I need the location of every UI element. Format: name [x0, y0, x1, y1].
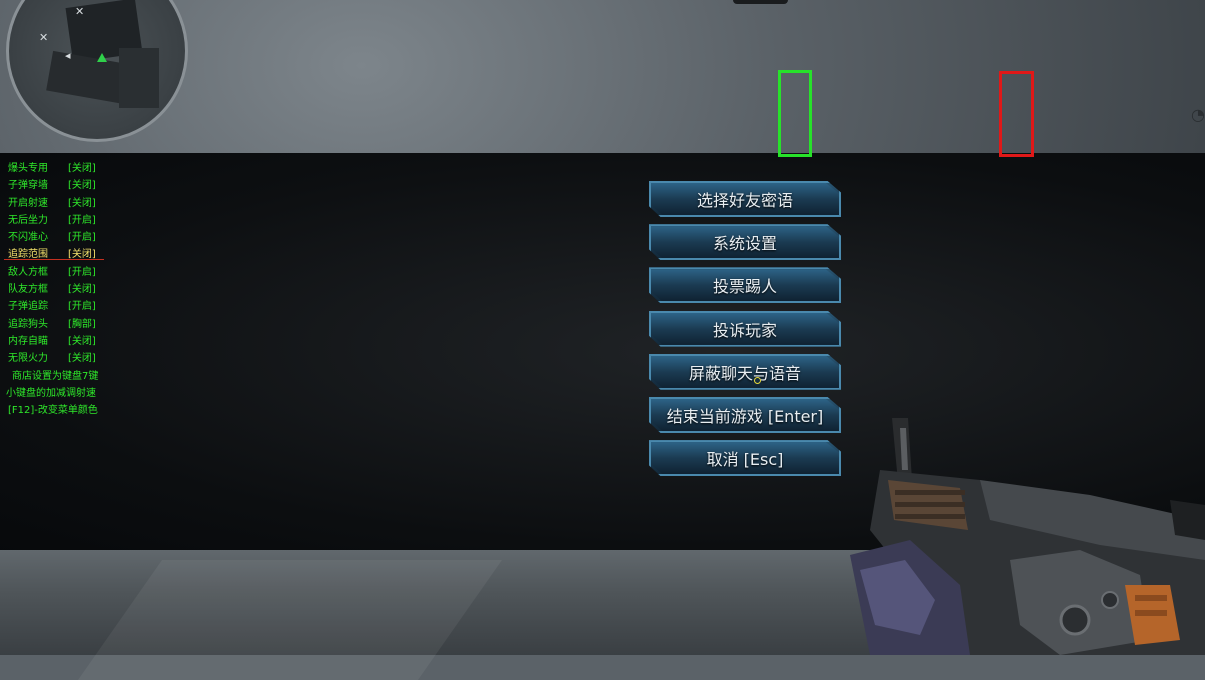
cheat-name: 队友方框: [8, 284, 48, 296]
cheat-name: 子弹追踪: [8, 301, 48, 313]
cheat-state: [胸部]: [68, 318, 96, 330]
cheat-note: 商店设置为键盘7键: [12, 370, 99, 382]
button-label: 结束当前游戏 [Enter]: [666, 406, 824, 426]
rifle-icon: [850, 418, 1205, 655]
button-label: 投诉玩家: [712, 320, 777, 340]
vote-kick-button[interactable]: 投票踢人: [649, 267, 841, 304]
cheat-row-selected: 追踪范围 [关闭]: [4, 246, 128, 263]
cheat-state: [关闭]: [68, 335, 96, 347]
cheat-state: [开启]: [68, 301, 96, 313]
cheat-name: 敌人方框: [8, 266, 48, 278]
cheat-note: 小键盘的加减调射速: [6, 387, 96, 399]
enemy-esp-box: [999, 71, 1034, 157]
ally-esp-box: [778, 70, 812, 157]
report-player-button[interactable]: 投诉玩家: [649, 310, 841, 347]
teammate-marker-icon: ✕: [75, 5, 85, 18]
cheat-row: 无后坐力 [开启]: [8, 212, 128, 229]
cheat-row: 子弹追踪 [开启]: [8, 298, 128, 315]
cheat-name: 开启射速: [8, 197, 48, 209]
cheat-name: 无后坐力: [8, 214, 48, 226]
cancel-button[interactable]: 取消 [Esc]: [649, 440, 841, 477]
cheat-state: [关闭]: [68, 197, 96, 209]
pause-menu: 选择好友密语 系统设置 投票踢人 投诉玩家 屏蔽聊天与语音 结束当前游戏 [En…: [649, 181, 841, 483]
cheat-menu: 爆头专用 [关闭] 子弹穿墙 [关闭] 开启射速 [关闭] 无后坐力 [开启] 不闪准心…: [4, 160, 128, 419]
whisper-friend-button[interactable]: 选择好友密语: [649, 181, 841, 217]
cheat-row: 追踪狗头 [胸部]: [8, 316, 128, 333]
cheat-note: [F12]-改变菜单颜色: [8, 405, 98, 417]
edge-hud-icon: ◔: [1191, 105, 1205, 124]
button-label: 选择好友密语: [696, 191, 793, 210]
cheat-state: [关闭]: [68, 249, 96, 261]
cheat-name: 内存自瞄: [8, 335, 48, 347]
button-label: 系统设置: [712, 234, 777, 254]
cheat-row: 无限火力 [关闭]: [8, 350, 128, 367]
cheat-name: 追踪范围: [8, 249, 48, 261]
button-label: 取消 [Esc]: [706, 450, 784, 470]
cheat-name: 追踪狗头: [8, 318, 48, 330]
minimap-room: [119, 48, 159, 108]
mute-chat-voice-button[interactable]: 屏蔽聊天与语音: [649, 353, 841, 390]
cheat-state: [开启]: [68, 232, 96, 244]
top-hud-notch: [733, 0, 788, 4]
mouse-cursor-icon: [754, 377, 761, 384]
cheat-state: [关闭]: [68, 353, 96, 365]
teammate-marker-icon: ◂: [65, 49, 71, 62]
system-settings-button[interactable]: 系统设置: [649, 224, 841, 261]
cheat-state: [关闭]: [68, 284, 96, 296]
cheat-state: [关闭]: [68, 163, 96, 174]
button-label: 投票踢人: [712, 277, 777, 297]
cheat-row: 子弹穿墙 [关闭]: [8, 177, 128, 194]
teammate-marker-icon: ✕: [39, 31, 49, 44]
cheat-name: 无限火力: [8, 353, 48, 365]
cheat-row: 队友方框 [关闭]: [8, 281, 128, 298]
cheat-row: 敌人方框 [开启]: [8, 264, 128, 281]
button-label: 屏蔽聊天与语音: [688, 363, 801, 383]
cheat-state: [开启]: [68, 266, 96, 278]
cheat-name: 不闪准心: [8, 232, 48, 244]
cheat-row: 爆头专用 [关闭]: [8, 160, 128, 177]
cheat-row: 不闪准心 [开启]: [8, 229, 128, 246]
end-game-button[interactable]: 结束当前游戏 [Enter]: [649, 396, 841, 433]
player-triangle-icon: [97, 53, 107, 62]
cheat-row: 开启射速 [关闭]: [8, 195, 128, 212]
cheat-row: 内存自瞄 [关闭]: [8, 333, 128, 350]
cheat-name: 子弹穿墙: [8, 180, 48, 192]
cheat-state: [关闭]: [68, 180, 96, 192]
cheat-name: 爆头专用: [8, 163, 48, 174]
cheat-state: [开启]: [68, 214, 96, 226]
